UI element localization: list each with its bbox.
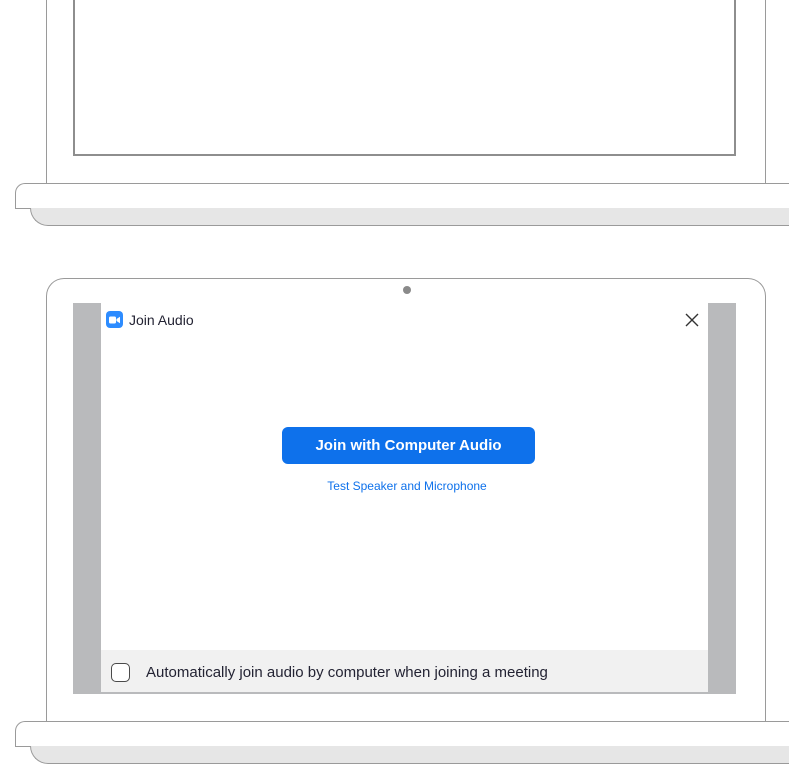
bottom-laptop-base	[15, 721, 789, 747]
dialog-title-bar: Join Audio	[101, 303, 708, 335]
top-laptop-screen	[73, 0, 736, 156]
top-laptop-base	[15, 183, 789, 209]
top-laptop-base-edge	[30, 208, 789, 226]
join-audio-dialog: Join Audio Join with Computer Audio Test…	[101, 303, 708, 692]
close-icon	[685, 313, 699, 327]
auto-join-audio-label: Automatically join audio by computer whe…	[146, 664, 548, 681]
dialog-footer: Automatically join audio by computer whe…	[101, 650, 708, 692]
webcam-dot	[403, 286, 411, 294]
test-speaker-microphone-link[interactable]: Test Speaker and Microphone	[101, 479, 713, 493]
bottom-laptop-base-edge	[30, 746, 789, 764]
video-camera-icon	[106, 311, 123, 328]
close-button[interactable]	[681, 309, 703, 331]
join-computer-audio-button[interactable]: Join with Computer Audio	[282, 427, 535, 464]
auto-join-audio-checkbox[interactable]	[111, 663, 130, 682]
dialog-title: Join Audio	[129, 312, 194, 328]
